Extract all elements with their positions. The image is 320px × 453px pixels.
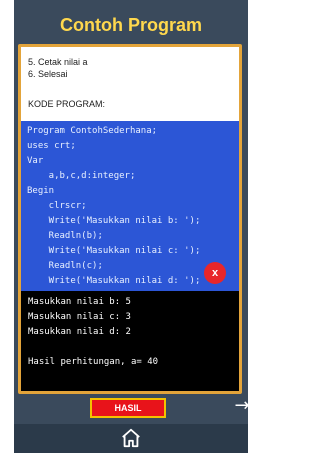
step-line: 5. Cetak nilai a — [28, 57, 88, 67]
arrow-right-icon[interactable]: → — [232, 396, 252, 416]
page-title: Contoh Program — [60, 15, 202, 35]
code-line: Write('Masukkan nilai c: '); — [27, 246, 201, 256]
step-line: 6. Selesai — [28, 69, 68, 79]
output-line: Masukkan nilai c: 3 — [28, 312, 131, 322]
bottom-nav — [14, 424, 248, 453]
code-line: Program ContohSederhana; — [27, 126, 158, 136]
code-line: Write('Masukkan nilai d: '); — [27, 276, 201, 286]
code-line: Begin — [27, 186, 55, 196]
code-line: Readln(c); — [27, 261, 103, 271]
code-line: Write('Masukkan nilai b: '); — [27, 216, 201, 226]
output-line: Masukkan nilai d: 2 — [28, 327, 131, 337]
algorithm-steps: 5. Cetak nilai a 6. Selesai KODE PROGRAM… — [21, 47, 239, 121]
output-line: Masukkan nilai b: 5 — [28, 297, 131, 307]
code-line: Readln(b); — [27, 231, 103, 241]
app-frame: Contoh Program 5. Cetak nilai a 6. Seles… — [14, 0, 248, 453]
code-line: a,b,c,d:integer; — [27, 171, 136, 181]
code-heading: KODE PROGRAM: — [28, 99, 106, 109]
code-line: uses crt; — [27, 141, 76, 151]
close-icon[interactable]: x — [204, 262, 226, 284]
code-line: Var — [27, 156, 44, 166]
hasil-button[interactable]: HASIL — [90, 398, 166, 418]
home-icon[interactable] — [120, 427, 142, 449]
output-line: Hasil perhitungan, a= 40 — [28, 357, 159, 367]
code-line: clrscr; — [27, 201, 87, 211]
output-console: Masukkan nilai b: 5 Masukkan nilai c: 3 … — [21, 291, 239, 391]
content-panel: 5. Cetak nilai a 6. Selesai KODE PROGRAM… — [18, 44, 242, 394]
